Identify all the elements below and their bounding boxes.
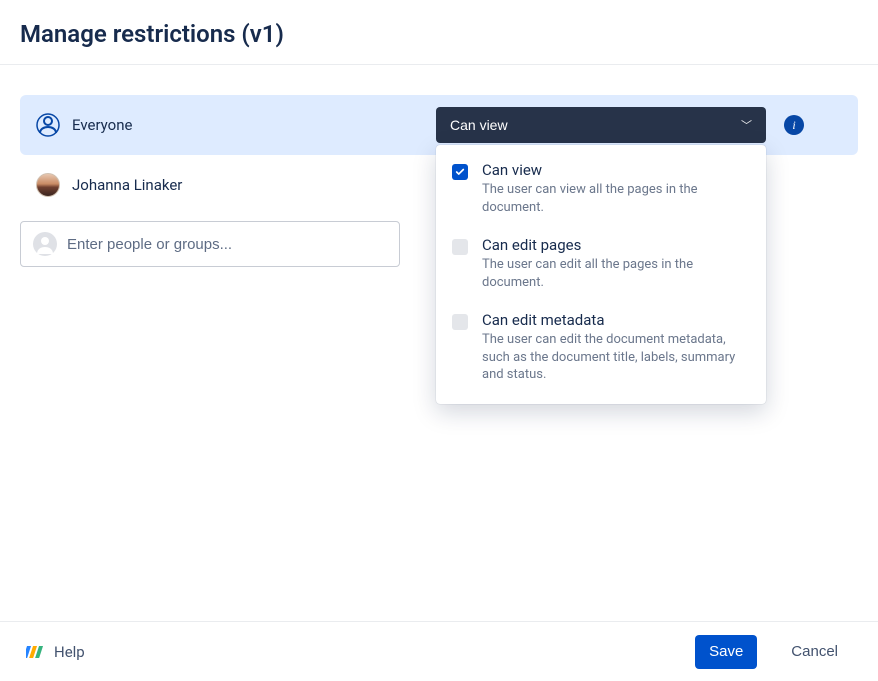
people-input[interactable] xyxy=(67,236,387,253)
info-icon[interactable]: i xyxy=(784,115,804,135)
everyone-icon xyxy=(36,113,60,137)
option-can-edit-pages[interactable]: Can edit pages The user can edit all the… xyxy=(436,226,766,301)
permission-select-value: Can view xyxy=(450,117,508,133)
option-can-view[interactable]: Can view The user can view all the pages… xyxy=(436,151,766,226)
option-title: Can edit pages xyxy=(482,236,748,254)
cancel-button[interactable]: Cancel xyxy=(777,635,852,669)
option-can-edit-metadata[interactable]: Can edit metadata The user can edit the … xyxy=(436,301,766,394)
identity-everyone: Everyone xyxy=(36,113,436,137)
help-link[interactable]: Help xyxy=(26,643,85,661)
option-title: Can edit metadata xyxy=(482,311,748,329)
everyone-label: Everyone xyxy=(72,116,132,134)
option-texts: Can edit pages The user can edit all the… xyxy=(482,236,748,291)
option-desc: The user can view all the pages in the d… xyxy=(482,181,748,216)
page-title: Manage restrictions (v1) xyxy=(20,20,858,48)
option-title: Can view xyxy=(482,161,748,179)
people-input-wrapper[interactable] xyxy=(20,221,400,267)
chevron-down-icon: ﹀ xyxy=(741,117,752,133)
save-button[interactable]: Save xyxy=(695,635,757,669)
permission-dropdown: Can view The user can view all the pages… xyxy=(436,145,766,404)
checkbox-unchecked-icon xyxy=(452,239,468,255)
option-desc: The user can edit the document metadata,… xyxy=(482,331,748,384)
checkbox-checked-icon xyxy=(452,164,468,180)
person-icon xyxy=(33,232,57,256)
dialog-header: Manage restrictions (v1) xyxy=(0,0,878,65)
dialog-content: Everyone Can view ﹀ i Johanna Linaker xyxy=(0,65,878,621)
help-icon xyxy=(26,643,44,661)
people-input-row xyxy=(20,221,400,267)
checkbox-unchecked-icon xyxy=(452,314,468,330)
identity-user: Johanna Linaker xyxy=(36,173,436,197)
option-texts: Can edit metadata The user can edit the … xyxy=(482,311,748,384)
user-name: Johanna Linaker xyxy=(72,176,182,194)
option-texts: Can view The user can view all the pages… xyxy=(482,161,748,216)
dialog-footer: Help Save Cancel xyxy=(0,621,878,681)
option-desc: The user can edit all the pages in the d… xyxy=(482,256,748,291)
permission-select-everyone[interactable]: Can view ﹀ xyxy=(436,107,766,143)
help-label: Help xyxy=(54,643,85,661)
avatar xyxy=(36,173,60,197)
